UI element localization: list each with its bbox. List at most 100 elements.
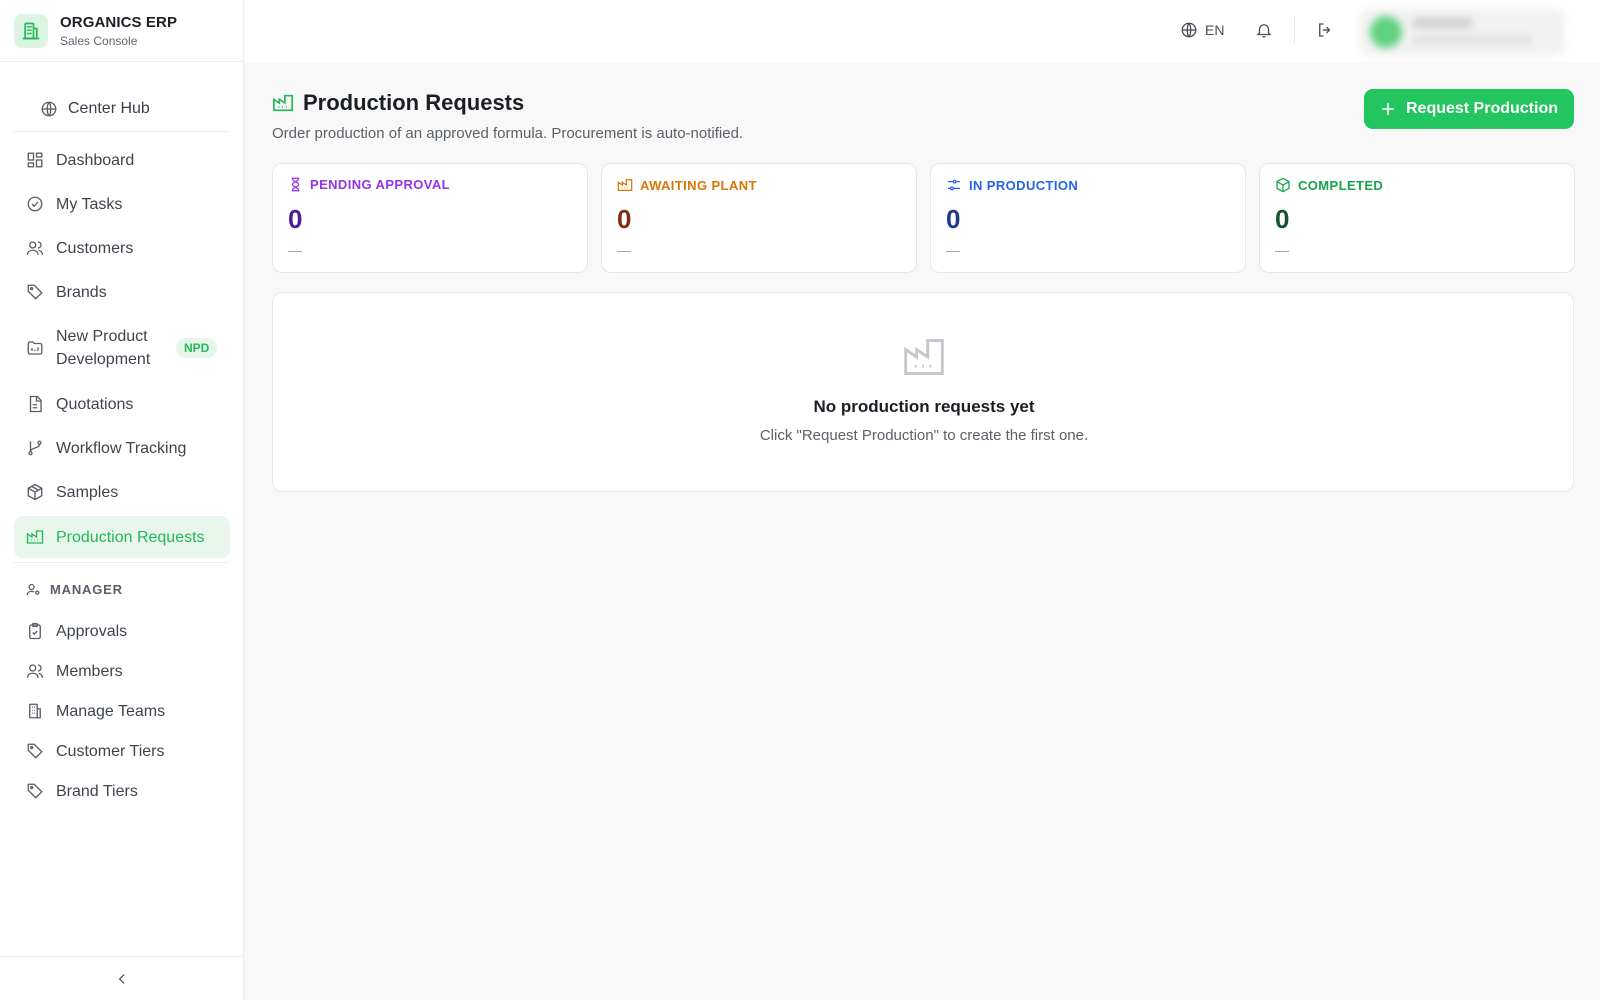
globe-icon [1180,21,1198,39]
sidebar-item-production-requests[interactable]: Production Requests [14,516,230,558]
page-title: Production Requests [303,90,525,115]
bell-icon [1255,21,1273,39]
center-hub-label: Center Hub [68,99,150,117]
stat-note: — [1275,242,1289,258]
sidebar-item-dashboard[interactable]: Dashboard [14,139,230,181]
stat-card-in-production: IN PRODUCTION 0 — [930,163,1246,273]
check-circle-icon [26,195,44,213]
profile-role-blurred [1412,36,1532,44]
empty-state-message: Click "Request Production" to create the… [759,427,1089,444]
stat-label: AWAITING PLANT [640,177,757,193]
center-hub-link[interactable]: Center Hub [14,86,230,132]
sidebar-item-label: Approvals [56,622,128,640]
sidebar-item-workflow-tracking[interactable]: Workflow Tracking [14,427,230,469]
building-logo-icon [14,13,48,48]
brand-header: ORGANICS ERP Sales Console [0,0,243,62]
avatar [1370,16,1402,48]
sidebar-item-label: Customers [56,239,134,257]
sidebar-item-brand-tiers[interactable]: Brand Tiers [14,770,230,812]
page-header: Production Requests [272,90,524,116]
sidebar-item-label: Samples [56,483,119,501]
topbar-divider [1294,18,1295,44]
dashboard-icon [26,151,44,169]
npd-badge: NPD [176,338,218,358]
sidebar-item-new-product-development[interactable]: New Product Development NPD [14,323,230,373]
sidebar-item-brands[interactable]: Brands [14,271,230,313]
sidebar-item-samples[interactable]: Samples [14,471,230,513]
globe-icon [40,100,58,118]
sidebar-item-label: Workflow Tracking [56,439,187,457]
sidebar-item-label: Production Requests [56,528,205,546]
users-icon [26,239,44,257]
sidebar-item-label: Manage Teams [56,702,166,720]
sidebar-item-label: Quotations [56,395,134,413]
request-production-button[interactable]: Request Production [1364,89,1574,129]
sidebar-item-manage-teams[interactable]: Manage Teams [14,690,230,732]
tag-icon [26,283,44,301]
logout-button[interactable] [1316,21,1334,39]
sidebar: ORGANICS ERP Sales Console Center Hub Da… [0,0,244,1000]
topbar: EN [245,0,1600,62]
package-check-icon [1275,177,1291,193]
empty-state-panel: No production requests yet Click "Reques… [272,292,1574,492]
sidebar-item-label: Dashboard [56,151,135,169]
folder-chart-icon [26,339,44,357]
stat-card-completed: COMPLETED 0 — [1259,163,1575,273]
users-icon [26,662,44,680]
building-icon [26,702,44,720]
document-icon [26,395,44,413]
factory-icon [617,177,633,193]
empty-state-title: No production requests yet [813,397,1035,416]
sidebar-item-approvals[interactable]: Approvals [14,610,230,652]
profile-name-blurred [1412,18,1472,28]
page-subtitle: Order production of an approved formula.… [272,125,744,142]
sliders-icon [946,177,962,193]
notifications-button[interactable] [1255,21,1273,39]
tag-icon [26,742,44,760]
sidebar-item-customer-tiers[interactable]: Customer Tiers [14,730,230,772]
user-cog-icon [26,582,41,597]
factory-icon [272,92,294,114]
sidebar-item-label: Brand Tiers [56,782,138,800]
sidebar-item-members[interactable]: Members [14,650,230,692]
stat-note: — [288,242,302,258]
app-title: ORGANICS ERP [60,13,178,31]
stat-card-pending-approval: PENDING APPROVAL 0 — [272,163,588,273]
logout-icon [1316,21,1334,39]
stat-note: — [617,242,631,258]
language-code: EN [1205,22,1225,38]
git-branch-icon [26,439,44,457]
plus-icon [1380,101,1396,117]
stat-label: PENDING APPROVAL [310,177,451,192]
stat-value: 0 [288,204,303,234]
sidebar-collapse-button[interactable] [0,956,244,1000]
language-switcher[interactable]: EN [1180,21,1224,39]
nav-divider [14,562,230,563]
factory-icon [26,528,44,546]
stat-note: — [946,242,960,258]
stat-label: COMPLETED [1298,177,1384,193]
chevron-left-icon [115,972,129,986]
manager-section-heading: MANAGER [26,582,123,597]
user-profile-menu[interactable] [1360,8,1565,56]
tag-icon [26,782,44,800]
stat-value: 0 [617,204,632,234]
sidebar-item-label: Customer Tiers [56,742,165,760]
sidebar-item-label: Brands [56,283,107,301]
sidebar-item-quotations[interactable]: Quotations [14,383,230,425]
factory-icon [902,335,946,379]
sidebar-item-label: My Tasks [56,195,123,213]
sidebar-item-customers[interactable]: Customers [14,227,230,269]
clipboard-check-icon [26,622,44,640]
stat-value: 0 [1275,204,1290,234]
stat-value: 0 [946,204,961,234]
stat-card-awaiting-plant: AWAITING PLANT 0 — [601,163,917,273]
sidebar-item-my-tasks[interactable]: My Tasks [14,183,230,225]
request-production-label: Request Production [1405,100,1558,117]
stat-label: IN PRODUCTION [969,177,1079,193]
sidebar-item-label: Members [56,662,123,680]
package-icon [26,483,44,501]
hourglass-icon [288,177,303,192]
sidebar-item-label: New Product Development [56,328,151,368]
app-subtitle: Sales Console [60,33,138,48]
